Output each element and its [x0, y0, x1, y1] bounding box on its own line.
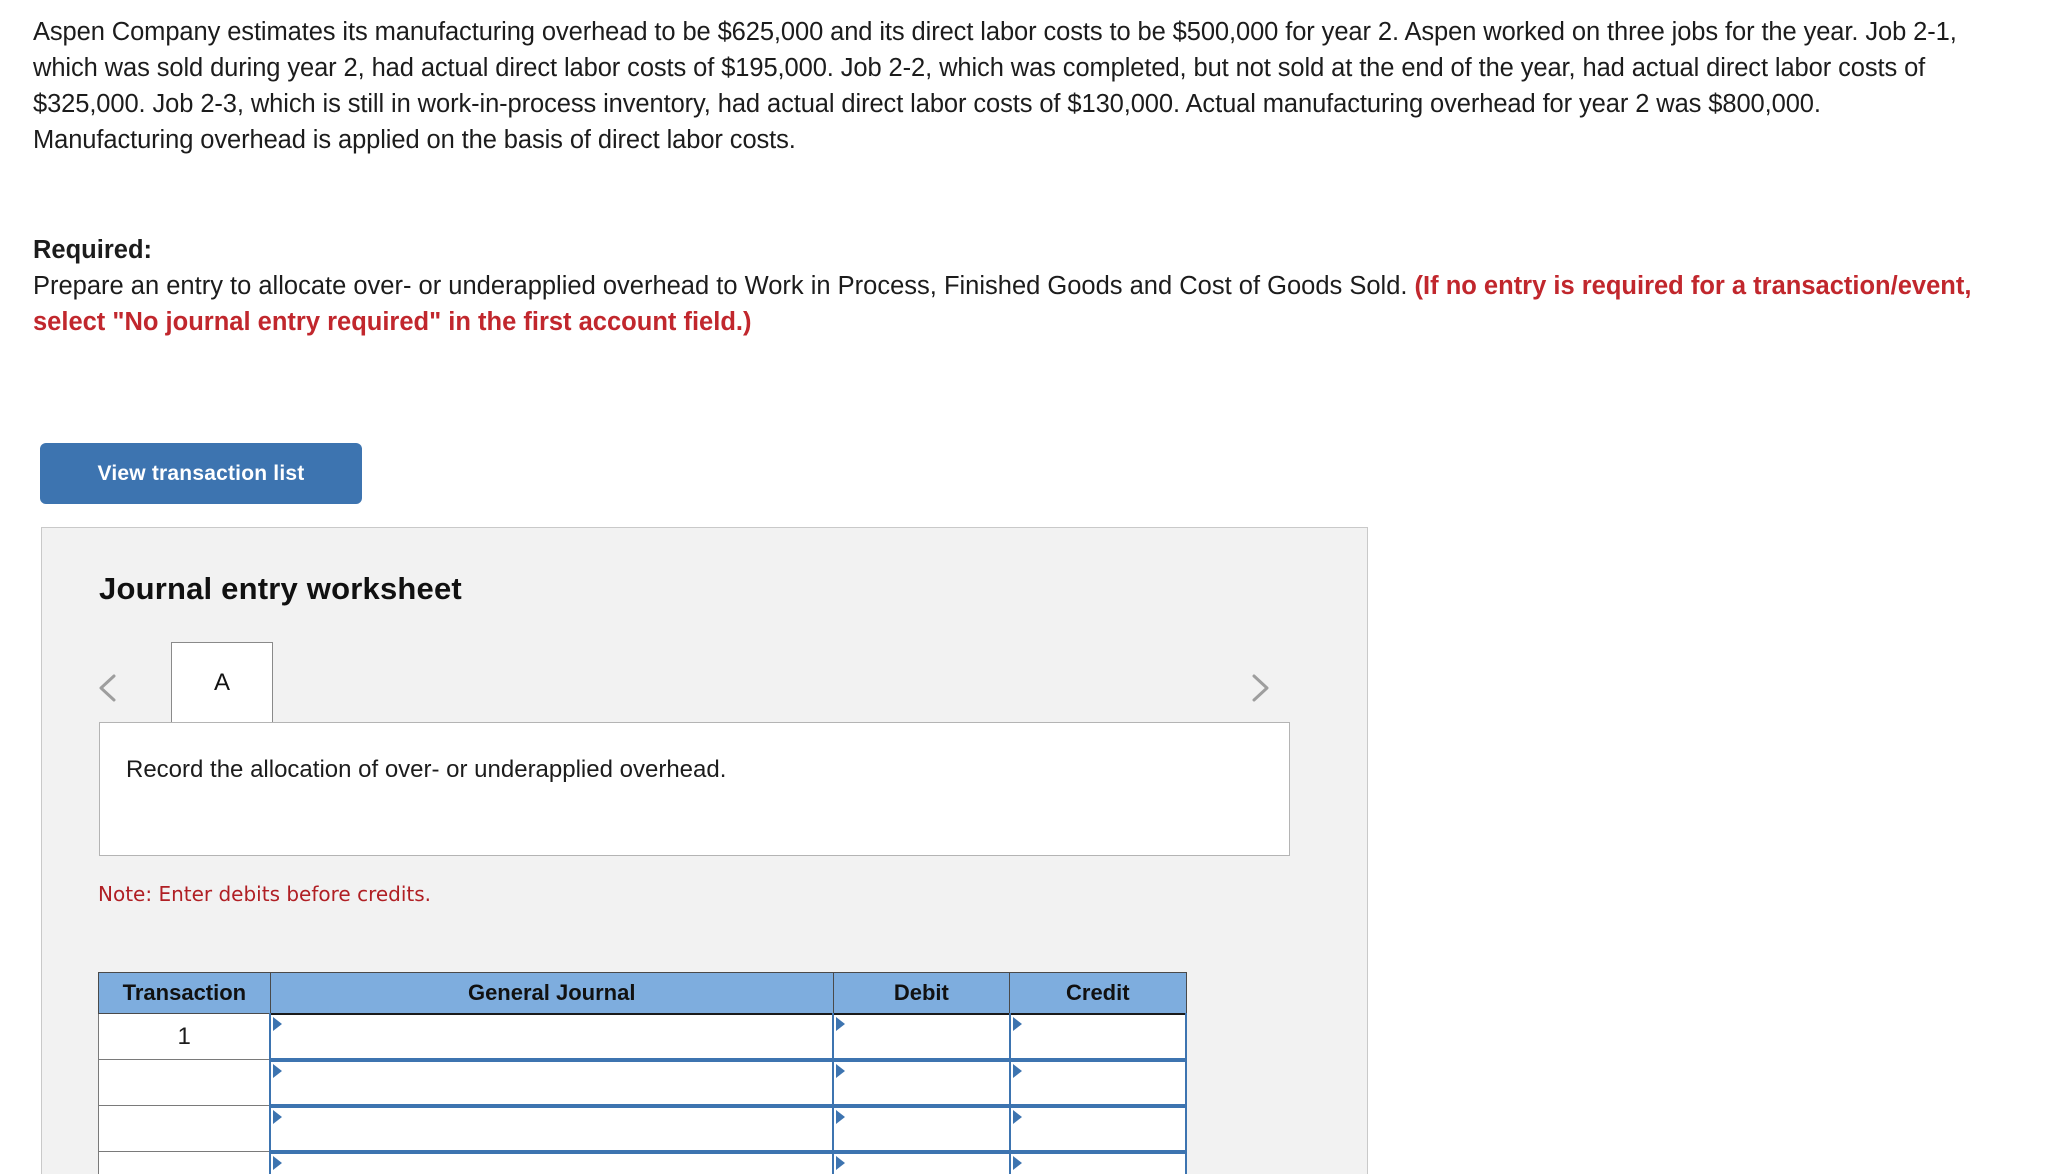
- transaction-description-box: Record the allocation of over- or undera…: [99, 722, 1290, 856]
- dropdown-caret-icon: [1012, 1016, 1022, 1031]
- dropdown-caret-icon: [273, 1063, 283, 1078]
- table-body: 1: [98, 1012, 1188, 1174]
- cell-transaction-number: 1: [98, 1013, 271, 1060]
- chevron-right-icon[interactable]: [1242, 671, 1276, 705]
- dropdown-caret-icon: [836, 1016, 846, 1031]
- cell-transaction-number: [98, 1151, 271, 1174]
- table-header: Transaction General Journal Debit Credit: [98, 972, 1187, 1014]
- dropdown-caret-icon: [273, 1016, 283, 1031]
- account-select-row-3[interactable]: [269, 1105, 835, 1154]
- worksheet-tab-a[interactable]: A: [171, 642, 273, 723]
- account-select-row-2[interactable]: [269, 1059, 835, 1108]
- page-root: Aspen Company estimates its manufacturin…: [0, 0, 2070, 1174]
- account-select-row-4[interactable]: [269, 1151, 835, 1174]
- cell-transaction-number: [98, 1059, 271, 1106]
- cell-transaction-number: [98, 1105, 271, 1152]
- column-header-general-journal: General Journal: [269, 972, 834, 1014]
- chevron-left-icon[interactable]: [92, 671, 126, 705]
- problem-paragraph: Aspen Company estimates its manufacturin…: [33, 18, 1957, 154]
- general-journal-table: Transaction General Journal Debit Credit…: [98, 972, 1188, 1174]
- column-header-debit: Debit: [832, 972, 1011, 1014]
- credit-input-row-1[interactable]: [1008, 1012, 1188, 1062]
- required-instruction-text: Prepare an entry to allocate over- or un…: [33, 272, 1415, 300]
- column-header-transaction: Transaction: [98, 972, 271, 1014]
- table-row: [98, 1151, 1188, 1174]
- dropdown-caret-icon: [273, 1155, 283, 1170]
- required-label: Required:: [33, 236, 153, 264]
- required-instruction-line: Prepare an entry to allocate over- or un…: [33, 268, 1973, 340]
- account-select-row-1[interactable]: [269, 1012, 835, 1062]
- table-row: [98, 1105, 1188, 1154]
- debit-input-row-2[interactable]: [832, 1059, 1011, 1108]
- worksheet-title: Journal entry worksheet: [99, 571, 462, 606]
- table-row: [98, 1059, 1188, 1108]
- credit-input-row-2[interactable]: [1008, 1059, 1188, 1108]
- table-header-row: Transaction General Journal Debit Credit: [98, 972, 1187, 1014]
- view-transaction-list-button[interactable]: View transaction list: [40, 443, 362, 504]
- debit-input-row-1[interactable]: [832, 1012, 1011, 1062]
- credit-input-row-3[interactable]: [1008, 1105, 1188, 1154]
- debit-input-row-4[interactable]: [832, 1151, 1011, 1174]
- dropdown-caret-icon: [1012, 1155, 1022, 1170]
- dropdown-caret-icon: [836, 1109, 846, 1124]
- journal-entry-worksheet-panel: Journal entry worksheet A Record the all…: [41, 527, 1368, 1174]
- dropdown-caret-icon: [273, 1109, 283, 1124]
- transaction-description-text: Record the allocation of over- or undera…: [126, 756, 727, 783]
- credit-input-row-4[interactable]: [1008, 1151, 1188, 1174]
- problem-statement: Aspen Company estimates its manufacturin…: [33, 14, 1963, 158]
- debits-before-credits-note: Note: Enter debits before credits.: [98, 882, 432, 906]
- dropdown-caret-icon: [836, 1063, 846, 1078]
- worksheet-tab-strip: A: [42, 641, 1367, 723]
- table-row: 1: [98, 1012, 1188, 1062]
- column-header-credit: Credit: [1009, 972, 1187, 1014]
- dropdown-caret-icon: [836, 1155, 846, 1170]
- dropdown-caret-icon: [1012, 1109, 1022, 1124]
- dropdown-caret-icon: [1012, 1063, 1022, 1078]
- debit-input-row-3[interactable]: [832, 1105, 1011, 1154]
- required-block: Required: Prepare an entry to allocate o…: [33, 232, 1973, 340]
